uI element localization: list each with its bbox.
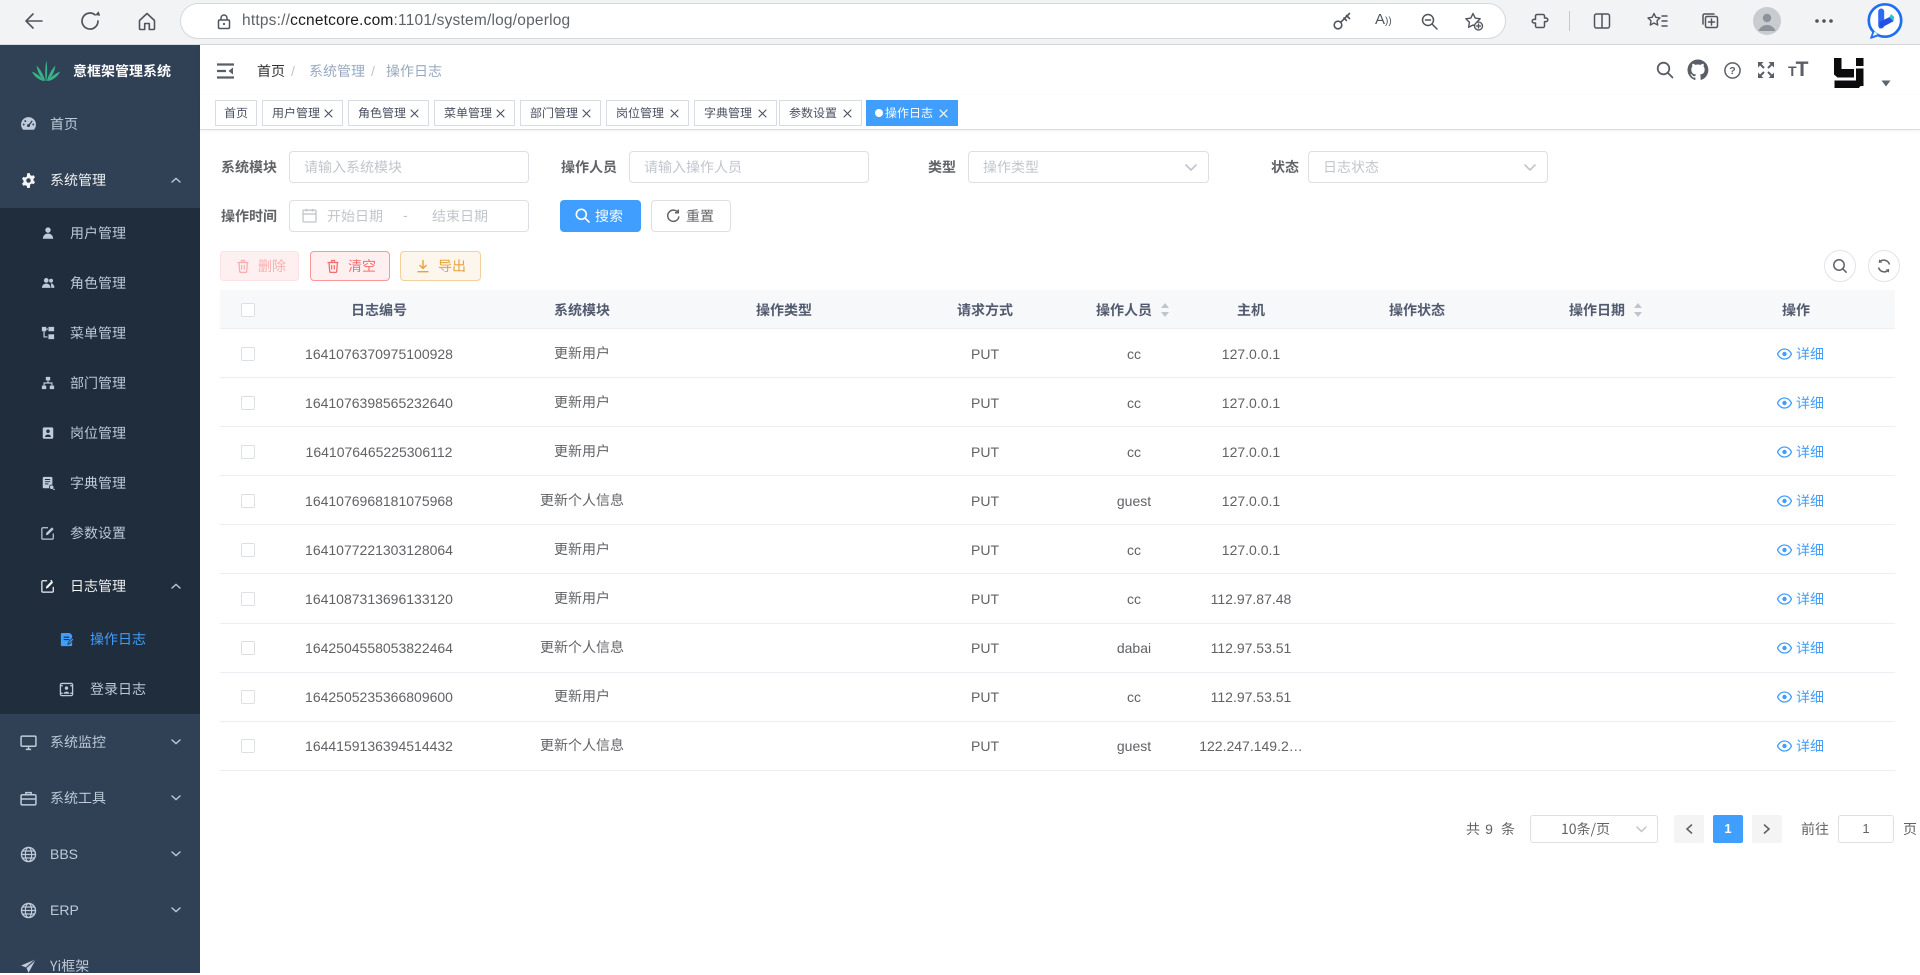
svg-text:?: ? xyxy=(1729,65,1735,77)
